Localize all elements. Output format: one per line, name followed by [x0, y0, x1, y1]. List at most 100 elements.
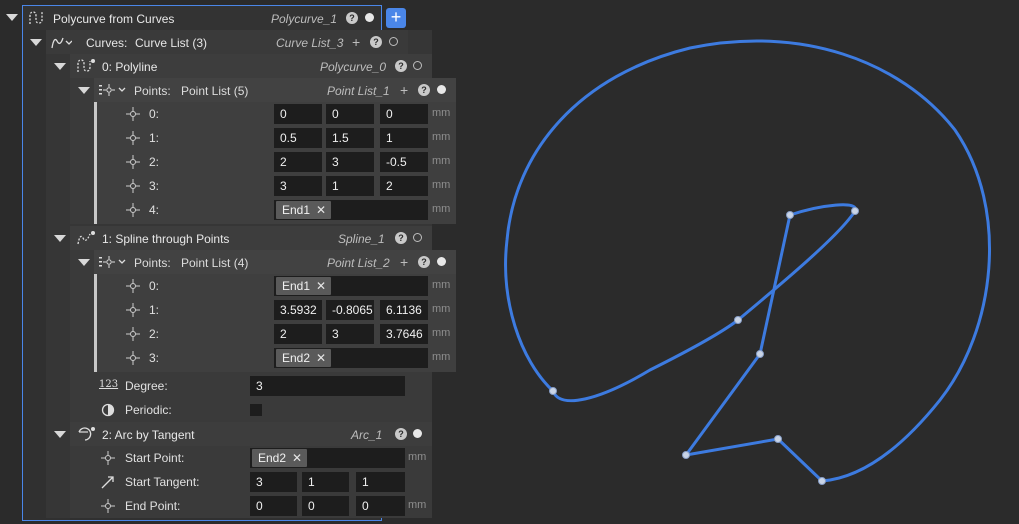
y-field[interactable]: 3 [326, 324, 374, 344]
collapse-arrow-icon[interactable] [78, 259, 90, 266]
control-point[interactable] [549, 387, 557, 395]
reference-field[interactable]: End1 ✕ [274, 276, 428, 296]
point-index: 2: [149, 155, 160, 169]
curves-header[interactable]: Curves: Curve List (3) Curve List_3 + ? [46, 30, 408, 54]
point-icon [126, 327, 140, 341]
x-field[interactable]: 2 [274, 152, 322, 172]
z-field[interactable]: 1 [380, 128, 428, 148]
collapse-arrow-icon[interactable] [78, 87, 90, 94]
polyline-points-header[interactable]: Points: Point List (5) Point List_1 + ? [94, 78, 456, 102]
reference-chip[interactable]: End2 ✕ [276, 349, 332, 367]
visibility-dot-icon[interactable] [413, 429, 422, 438]
plus-icon[interactable]: + [352, 35, 360, 49]
y-field[interactable]: 3 [326, 152, 374, 172]
reference-chip[interactable]: End2 ✕ [252, 449, 308, 467]
visibility-dot-icon[interactable] [365, 13, 374, 22]
polyline-icon [77, 59, 95, 72]
start-tangent-row: Start Tangent: 3 1 1 [72, 470, 432, 494]
visibility-ring-icon[interactable] [413, 233, 422, 242]
node-panel: Polycurve from Curves Polycurve_1 ? + Cu… [0, 0, 460, 524]
plus-icon[interactable]: + [400, 255, 408, 269]
control-point[interactable] [734, 316, 742, 324]
collapse-arrow-icon[interactable] [54, 63, 66, 70]
arc-subtitle: Arc_1 [351, 428, 383, 442]
visibility-ring-icon[interactable] [389, 37, 398, 46]
point-icon [126, 203, 140, 217]
control-point[interactable] [818, 477, 826, 485]
z-field[interactable]: 0 [380, 104, 428, 124]
point-row: 3: End2 ✕ mm [97, 346, 456, 370]
x-field[interactable]: 0.5 [274, 128, 322, 148]
visibility-ring-icon[interactable] [413, 61, 422, 70]
reference-chip[interactable]: End1 ✕ [276, 277, 332, 295]
y-field[interactable]: 0 [302, 496, 349, 516]
help-icon[interactable]: ? [395, 60, 407, 72]
root-node-header[interactable]: Polycurve from Curves Polycurve_1 ? [23, 6, 381, 30]
z-field[interactable]: 0 [356, 496, 405, 516]
y-field[interactable]: -0.8065 [326, 300, 374, 320]
arc-title: 2: Arc by Tangent [102, 428, 195, 442]
y-field[interactable]: 1.5 [326, 128, 374, 148]
x-field[interactable]: 3 [250, 472, 297, 492]
point-row: 1: 3.5932 -0.8065 6.1136 mm [97, 298, 456, 322]
control-point[interactable] [774, 435, 782, 443]
points-label: Points: [134, 256, 171, 270]
control-point[interactable] [682, 451, 690, 459]
polyline-subtitle: Polycurve_0 [320, 60, 387, 74]
y-field[interactable]: 0 [326, 104, 374, 124]
help-icon[interactable]: ? [418, 84, 430, 96]
z-field[interactable]: 2 [380, 176, 428, 196]
reference-field[interactable]: End2 ✕ [250, 448, 405, 468]
help-icon[interactable]: ? [418, 256, 430, 268]
viewport-canvas[interactable] [460, 0, 1019, 524]
help-icon[interactable]: ? [370, 36, 382, 48]
control-point[interactable] [851, 207, 859, 215]
visibility-dot-icon[interactable] [437, 85, 446, 94]
y-field[interactable]: 1 [326, 176, 374, 196]
reference-field[interactable]: End1 ✕ [274, 200, 428, 220]
reference-name: End2 [258, 451, 287, 465]
remove-x-icon[interactable]: ✕ [292, 451, 302, 465]
periodic-row: Periodic: [72, 398, 432, 422]
polyline-curve [684, 214, 824, 483]
start-point-row: Start Point: End2 ✕ mm [72, 446, 432, 470]
periodic-checkbox[interactable] [250, 404, 262, 416]
add-curve-button[interactable]: + [386, 8, 406, 28]
control-point[interactable] [786, 211, 794, 219]
x-field[interactable]: 0 [250, 496, 297, 516]
collapse-arrow-icon[interactable] [54, 235, 66, 242]
collapse-arrow-icon[interactable] [30, 39, 42, 46]
remove-x-icon[interactable]: ✕ [316, 203, 326, 217]
arc-header[interactable]: 2: Arc by Tangent Arc_1 ? [70, 422, 432, 446]
polyline-header[interactable]: 0: Polyline Polycurve_0 ? [70, 54, 432, 78]
x-field[interactable]: 2 [274, 324, 322, 344]
x-field[interactable]: 3.5932 [274, 300, 322, 320]
control-points [549, 207, 859, 485]
y-field[interactable]: 1 [302, 472, 349, 492]
reference-field[interactable]: End2 ✕ [274, 348, 428, 368]
reference-chip[interactable]: End1 ✕ [276, 201, 332, 219]
collapse-arrow-icon[interactable] [54, 431, 66, 438]
help-icon[interactable]: ? [395, 428, 407, 440]
spline-points-header[interactable]: Points: Point List (4) Point List_2 + ? [94, 250, 456, 274]
curves-subtitle: Curve List_3 [276, 36, 344, 50]
remove-x-icon[interactable]: ✕ [316, 279, 326, 293]
z-field[interactable]: 1 [356, 472, 405, 492]
x-field[interactable]: 3 [274, 176, 322, 196]
collapse-arrow-icon[interactable] [6, 14, 18, 21]
point-row: 4: End1 ✕ mm [97, 198, 456, 222]
spline-header[interactable]: 1: Spline through Points Spline_1 ? [70, 226, 432, 250]
remove-x-icon[interactable]: ✕ [316, 351, 326, 365]
x-field[interactable]: 0 [274, 104, 322, 124]
help-icon[interactable]: ? [395, 232, 407, 244]
spline-icon [77, 231, 95, 245]
visibility-dot-icon[interactable] [437, 257, 446, 266]
z-field[interactable]: 3.7646 [380, 324, 428, 344]
z-field[interactable]: 6.1136 [380, 300, 428, 320]
plus-icon[interactable]: + [400, 83, 408, 97]
help-icon[interactable]: ? [346, 12, 358, 24]
degree-field[interactable]: 3 [250, 376, 405, 396]
control-point[interactable] [756, 350, 764, 358]
z-field[interactable]: -0.5 [380, 152, 428, 172]
point-index: 0: [149, 107, 160, 121]
